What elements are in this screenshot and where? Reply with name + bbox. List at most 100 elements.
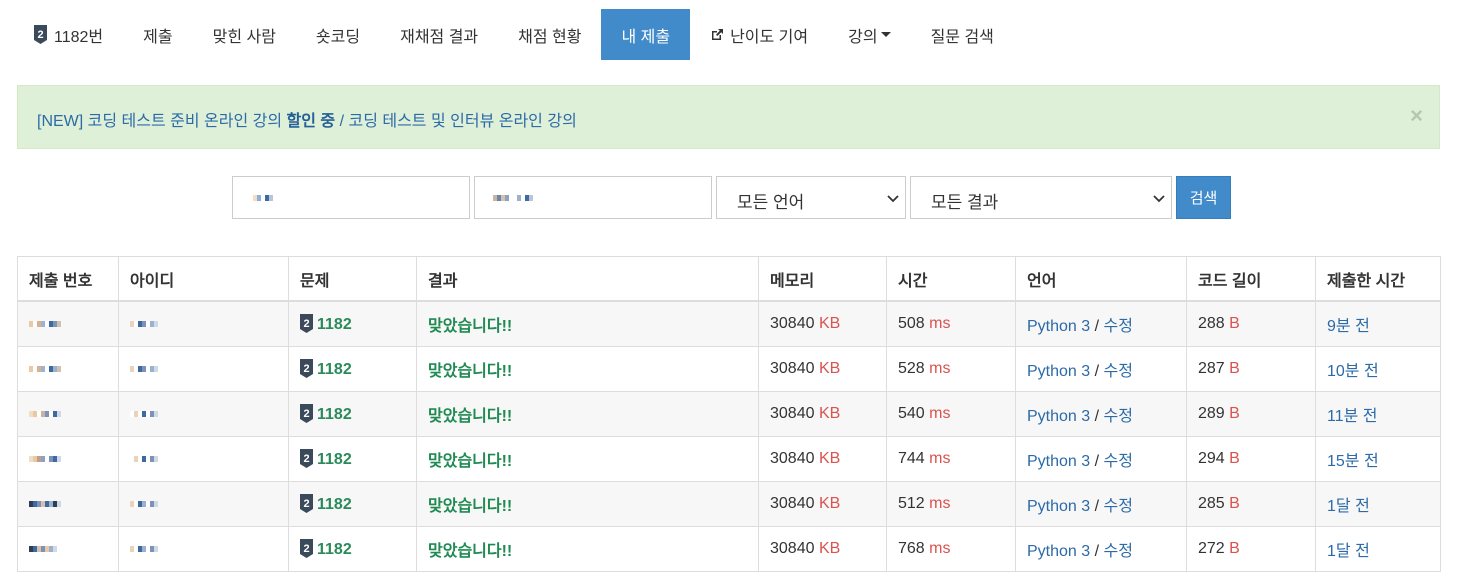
problem-id-input[interactable] xyxy=(474,176,712,219)
language-separator: / xyxy=(1090,453,1104,470)
submitted-time-link[interactable]: 15분 전 xyxy=(1327,453,1379,470)
shield-tier-icon: 2 xyxy=(300,359,313,378)
language-select[interactable]: 모든 언어 xyxy=(716,176,906,219)
user-id-input[interactable] xyxy=(232,176,470,219)
memory-value: 30840 xyxy=(770,540,815,557)
user-id-cell[interactable] xyxy=(118,436,289,482)
result-select-value: 모든 결과 xyxy=(931,193,999,212)
nav-my-submissions[interactable]: 내 제출 xyxy=(601,9,691,60)
memory-cell: 30840 KB xyxy=(758,346,887,392)
redacted-submission-id xyxy=(29,454,61,464)
nav-lecture-dropdown[interactable]: 강의 xyxy=(828,9,910,60)
edit-link[interactable]: 수정 xyxy=(1104,408,1133,425)
nav-short-coding[interactable]: 숏코딩 xyxy=(296,9,380,60)
code-length-unit: B xyxy=(1229,360,1240,377)
code-length-cell: 272 B xyxy=(1186,526,1316,572)
header-time: 시간 xyxy=(886,256,1016,302)
time-value: 540 xyxy=(898,405,925,422)
promo-link-interview[interactable]: 코딩 테스트 및 인터뷰 온라인 강의 xyxy=(348,113,576,130)
code-length-cell: 289 B xyxy=(1186,391,1316,437)
submitted-time-link[interactable]: 1달 전 xyxy=(1327,498,1370,515)
nav-question-search-label: 질문 검색 xyxy=(930,28,994,46)
nav-status[interactable]: 채점 현황 xyxy=(498,9,601,60)
nav-submit-label: 제출 xyxy=(143,28,173,46)
code-length-value[interactable]: 294 xyxy=(1198,450,1225,467)
user-id-cell[interactable] xyxy=(118,346,289,392)
submission-id-cell[interactable] xyxy=(17,391,119,437)
nav-solved-users[interactable]: 맞힌 사람 xyxy=(193,9,296,60)
memory-cell: 30840 KB xyxy=(758,300,887,347)
edit-link[interactable]: 수정 xyxy=(1104,318,1133,335)
language-link[interactable]: Python 3 xyxy=(1027,363,1090,380)
code-length-cell: 285 B xyxy=(1186,481,1316,527)
time-unit: ms xyxy=(929,495,951,512)
problem-link[interactable]: 2 1182 xyxy=(288,436,417,482)
redacted-submission-id xyxy=(29,319,61,329)
user-id-cell[interactable] xyxy=(118,300,289,347)
submission-id-cell[interactable] xyxy=(17,300,119,347)
svg-text:2: 2 xyxy=(303,543,309,555)
language-select-value: 모든 언어 xyxy=(737,193,805,212)
memory-cell: 30840 KB xyxy=(758,391,887,437)
submitted-time-cell: 9분 전 xyxy=(1315,300,1441,347)
result-select[interactable]: 모든 결과 xyxy=(910,176,1172,219)
time-unit: ms xyxy=(929,360,951,377)
nav-submit[interactable]: 제출 xyxy=(123,9,192,60)
memory-value: 30840 xyxy=(770,405,815,422)
time-unit: ms xyxy=(929,315,951,332)
promo-highlight: 할인 중 xyxy=(286,113,336,130)
submission-id-cell[interactable] xyxy=(17,436,119,482)
submitted-time-link[interactable]: 11분 전 xyxy=(1327,408,1378,425)
problem-link[interactable]: 2 1182 xyxy=(288,346,417,392)
code-length-value[interactable]: 287 xyxy=(1198,360,1225,377)
edit-link[interactable]: 수정 xyxy=(1104,363,1133,380)
problem-link[interactable]: 2 1182 xyxy=(288,391,417,437)
code-length-value[interactable]: 289 xyxy=(1198,405,1225,422)
problem-link[interactable]: 2 1182 xyxy=(288,300,417,347)
edit-link[interactable]: 수정 xyxy=(1104,543,1133,560)
submission-id-cell[interactable] xyxy=(17,526,119,572)
language-link[interactable]: Python 3 xyxy=(1027,453,1090,470)
user-id-cell[interactable] xyxy=(118,391,289,437)
nav-problem-number[interactable]: 2 1182번 xyxy=(18,9,123,60)
problem-link[interactable]: 2 1182 xyxy=(288,481,417,527)
promo-link-lecture[interactable]: [NEW] 코딩 테스트 준비 온라인 강의 할인 중 xyxy=(37,113,335,130)
header-result: 결과 xyxy=(416,256,759,302)
header-language: 언어 xyxy=(1015,256,1187,302)
problem-link[interactable]: 2 1182 xyxy=(288,526,417,572)
problem-number: 1182 xyxy=(317,361,352,378)
submitted-time-link[interactable]: 9분 전 xyxy=(1327,318,1370,335)
code-length-value[interactable]: 285 xyxy=(1198,495,1225,512)
submitted-time-link[interactable]: 1달 전 xyxy=(1327,543,1370,560)
table-row: 2 1182 맞았습니다!! 30840 KB 540 ms Python 3 / 수정 2… xyxy=(17,391,1441,437)
language-link[interactable]: Python 3 xyxy=(1027,543,1090,560)
language-link[interactable]: Python 3 xyxy=(1027,408,1090,425)
time-unit: ms xyxy=(929,450,951,467)
nav-rejudge-results[interactable]: 재채점 결과 xyxy=(380,9,498,60)
edit-link[interactable]: 수정 xyxy=(1104,498,1133,515)
memory-unit: KB xyxy=(818,450,841,467)
code-length-unit: B xyxy=(1229,450,1240,467)
nav-difficulty-contribution[interactable]: 난이도 기여 xyxy=(690,9,828,60)
language-cell: Python 3 / 수정 xyxy=(1015,346,1187,392)
problem-number: 1182 xyxy=(317,496,352,513)
redacted-problem-id xyxy=(493,195,533,201)
memory-cell: 30840 KB xyxy=(758,481,887,527)
code-length-value[interactable]: 288 xyxy=(1198,315,1225,332)
submitted-time-link[interactable]: 10분 전 xyxy=(1327,363,1379,380)
time-cell: 768 ms xyxy=(886,526,1016,572)
nav-question-search[interactable]: 질문 검색 xyxy=(911,9,1014,60)
code-length-unit: B xyxy=(1229,315,1240,332)
search-button[interactable]: 검색 xyxy=(1176,176,1231,219)
submission-id-cell[interactable] xyxy=(17,481,119,527)
submitted-time-cell: 10분 전 xyxy=(1315,346,1441,392)
language-link[interactable]: Python 3 xyxy=(1027,318,1090,335)
user-id-cell[interactable] xyxy=(118,481,289,527)
submission-id-cell[interactable] xyxy=(17,346,119,392)
edit-link[interactable]: 수정 xyxy=(1104,453,1133,470)
user-id-cell[interactable] xyxy=(118,526,289,572)
code-length-value[interactable]: 272 xyxy=(1198,540,1225,557)
problem-number: 1182 xyxy=(317,406,352,423)
close-icon[interactable]: × xyxy=(1410,103,1423,129)
language-link[interactable]: Python 3 xyxy=(1027,498,1090,515)
